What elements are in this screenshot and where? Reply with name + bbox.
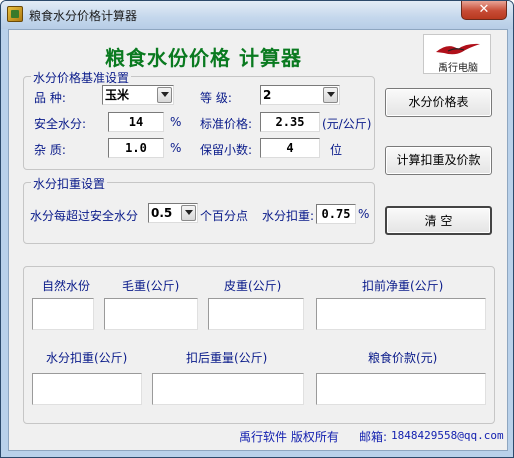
natural-moisture-label: 自然水份 [42, 279, 91, 293]
net-before-label: 扣前净重(公斤) [362, 279, 444, 293]
tare-weight-output[interactable] [208, 298, 304, 330]
calculate-button[interactable]: 计算扣重及价款 [385, 146, 492, 175]
window-title: 粮食水分价格计算器 [29, 9, 138, 23]
variety-select[interactable]: 玉米 [102, 85, 174, 105]
chevron-down-icon [161, 92, 169, 97]
variety-dropdown-button[interactable] [157, 87, 172, 103]
moisture-price-table-button[interactable]: 水分价格表 [385, 88, 492, 117]
decimals-label: 保留小数: [200, 143, 253, 157]
clear-button[interactable]: 清 空 [385, 206, 492, 235]
deduction-settings-title: 水分扣重设置 [31, 175, 108, 192]
brand-logo: 禹行电脑 [423, 34, 491, 74]
title-bar[interactable]: 粮食水分价格计算器 ✕ [1, 1, 513, 29]
moisture-deduct-unit: % [358, 207, 370, 221]
safe-moisture-input[interactable]: 14 [108, 112, 164, 132]
standard-price-unit: (元/公斤) [322, 117, 372, 131]
impurity-unit: % [170, 141, 182, 155]
per-exceed-label: 水分每超过安全水分 [30, 209, 139, 223]
variety-label: 品 种: [34, 91, 66, 105]
decimals-unit: 位 [330, 143, 343, 157]
per-exceed-dropdown-button[interactable] [181, 205, 196, 221]
moisture-deduct-input[interactable]: 0.75 [316, 204, 356, 224]
page-title: 粮食水份价格 计算器 [105, 46, 302, 70]
net-before-output[interactable] [316, 298, 486, 330]
grade-dropdown-button[interactable] [323, 87, 338, 103]
standard-price-input[interactable]: 2.35 [260, 112, 320, 132]
net-after-output[interactable] [152, 373, 304, 405]
decimals-input[interactable]: 4 [260, 138, 320, 158]
safe-moisture-label: 安全水分: [34, 117, 87, 131]
grain-payment-label: 粮食价款(元) [368, 351, 438, 365]
per-exceed-select[interactable]: 0.5 [148, 203, 198, 223]
results-group: 自然水份 毛重(公斤) 皮重(公斤) 扣前净重(公斤) 水分扣重(公斤) 扣后重… [23, 266, 495, 424]
moisture-deduct-weight-label: 水分扣重(公斤) [46, 351, 128, 365]
chevron-down-icon [327, 92, 335, 97]
logo-text: 禹行电脑 [438, 63, 478, 74]
app-icon [7, 6, 23, 22]
moisture-deduct-weight-output[interactable] [32, 373, 142, 405]
per-exceed-unit: 个百分点 [200, 209, 249, 223]
email-label: 邮箱: [359, 430, 388, 444]
safe-moisture-unit: % [170, 115, 182, 129]
gross-weight-output[interactable] [104, 298, 198, 330]
grain-payment-output[interactable] [316, 373, 486, 405]
impurity-label: 杂 质: [34, 143, 66, 157]
impurity-input[interactable]: 1.0 [108, 138, 164, 158]
net-after-label: 扣后重量(公斤) [186, 351, 268, 365]
chevron-down-icon [185, 210, 193, 215]
client-area: 粮食水份价格 计算器 禹行电脑 水分价格基准设置 品 种: 玉米 等 级: 2 [8, 29, 508, 451]
base-settings-group: 水分价格基准设置 品 种: 玉米 等 级: 2 安全水分: 14 % 标准价格:… [23, 69, 375, 170]
gross-weight-label: 毛重(公斤) [122, 279, 180, 293]
flying-bird-logo-icon [436, 43, 480, 55]
grade-label: 等 级: [200, 91, 232, 105]
deduction-settings-group: 水分扣重设置 水分每超过安全水分 0.5 个百分点 水分扣重: 0.75 % [23, 175, 375, 244]
per-exceed-value: 0.5 [151, 206, 173, 220]
variety-value: 玉米 [105, 88, 130, 102]
close-button[interactable]: ✕ [461, 1, 507, 20]
moisture-deduct-label: 水分扣重: [262, 209, 315, 223]
email-value: 1848429558@qq.com [391, 429, 504, 442]
tare-weight-label: 皮重(公斤) [224, 279, 282, 293]
grade-value: 2 [263, 88, 272, 102]
app-window: 粮食水分价格计算器 ✕ 粮食水份价格 计算器 禹行电脑 水分价格基准设置 品 种… [0, 0, 514, 458]
copyright-text: 禹行软件 版权所有 [239, 430, 339, 444]
natural-moisture-output[interactable] [32, 298, 94, 330]
standard-price-label: 标准价格: [200, 117, 253, 131]
grade-select[interactable]: 2 [260, 85, 340, 105]
base-settings-title: 水分价格基准设置 [31, 69, 132, 86]
